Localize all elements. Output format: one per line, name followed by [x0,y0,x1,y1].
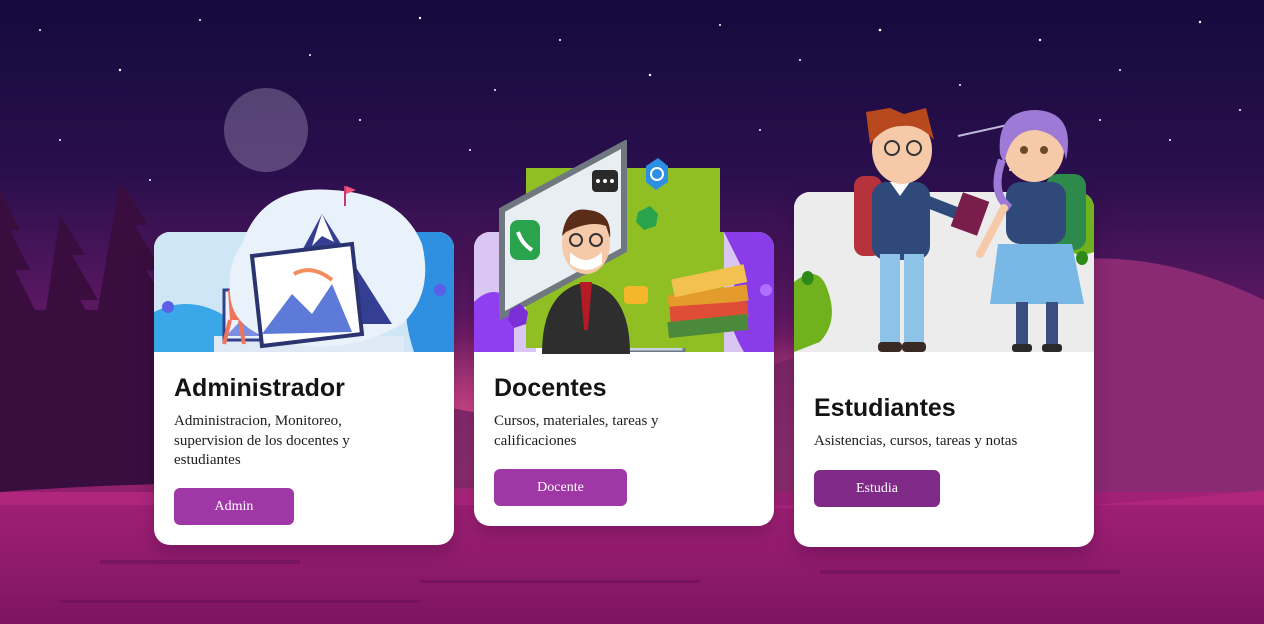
admin-card-description: Administracion, Monitoreo, supervision d… [174,413,350,468]
docentes-card-title: Docentes [494,374,607,402]
admin-button[interactable]: Admin [174,488,294,525]
docente-button[interactable]: Docente [494,469,627,506]
docentes-card-description: Cursos, materiales, tareas y calificacio… [494,413,659,449]
estudiantes-illustration [794,192,1094,352]
docentes-card: Docentes Cursos, materiales, tareas y ca… [474,232,774,526]
estudiantes-card-description: Asistencias, cursos, tareas y notas [814,433,1018,449]
admin-illustration [154,232,454,352]
admin-card-title: Administrador [174,374,345,402]
docentes-illustration [474,232,774,352]
estudiantes-card-title: Estudiantes [814,394,956,422]
moon [224,88,308,172]
estudiantes-card: Estudiantes Asistencias, cursos, tareas … [794,192,1094,547]
estudia-button[interactable]: Estudia [814,470,940,507]
admin-card: Administrador Administracion, Monitoreo,… [154,232,454,545]
